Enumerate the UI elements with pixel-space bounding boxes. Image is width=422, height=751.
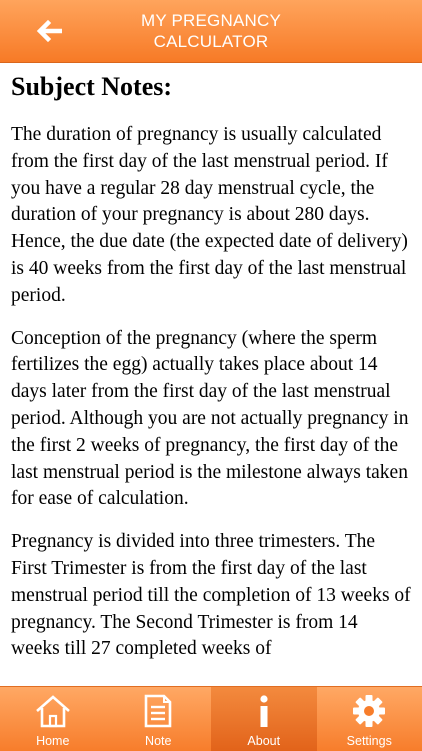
notes-content[interactable]: Subject Notes: The duration of pregnancy… [11, 62, 411, 686]
tab-note-label: Note [106, 734, 212, 748]
nav-bar: MY PREGNANCY CALCULATOR [0, 0, 422, 63]
tab-settings[interactable]: Settings [317, 687, 422, 751]
page-title-line-2: CALCULATOR [90, 31, 332, 52]
page-title: MY PREGNANCY CALCULATOR [90, 10, 332, 52]
back-arrow-icon [18, 9, 68, 53]
notes-paragraph: The duration of pregnancy is usually cal… [11, 122, 411, 310]
note-icon [138, 693, 178, 729]
back-button[interactable] [18, 9, 68, 53]
tab-settings-label: Settings [317, 734, 422, 748]
tab-bar: Home Note About Settin [0, 686, 422, 751]
tab-about[interactable]: About [211, 687, 317, 751]
tab-about-label: About [211, 734, 317, 748]
tab-note[interactable]: Note [106, 687, 212, 751]
home-icon [33, 693, 73, 729]
page-title-line-1: MY PREGNANCY [90, 10, 332, 31]
tab-home-label: Home [0, 734, 106, 748]
info-icon [244, 693, 284, 729]
notes-paragraph: Pregnancy is divided into three trimeste… [11, 529, 411, 663]
notes-heading: Subject Notes: [11, 70, 411, 104]
notes-paragraph: Conception of the pregnancy (where the s… [11, 326, 411, 514]
tab-home[interactable]: Home [0, 687, 106, 751]
gear-icon [349, 693, 389, 729]
